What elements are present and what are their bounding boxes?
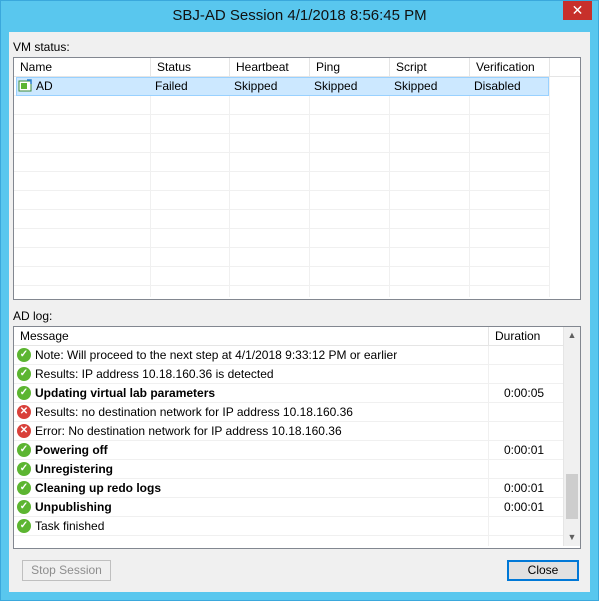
log-duration: 0:00:05 bbox=[504, 386, 545, 400]
log-duration: 0:00:01 bbox=[504, 500, 545, 514]
success-icon: ✓ bbox=[17, 462, 31, 476]
log-message: Updating virtual lab parameters bbox=[35, 386, 216, 400]
vm-heartbeat-cell: Skipped bbox=[234, 79, 278, 93]
log-message: Results: no destination network for IP a… bbox=[35, 405, 353, 419]
success-icon: ✓ bbox=[17, 481, 31, 495]
success-icon: ✓ bbox=[17, 443, 31, 457]
column-header-ping[interactable]: Ping bbox=[310, 58, 390, 76]
stop-session-button[interactable]: Stop Session bbox=[22, 560, 111, 581]
grid-line bbox=[229, 77, 230, 297]
success-icon: ✓ bbox=[17, 367, 31, 381]
grid-line bbox=[14, 554, 563, 555]
close-button[interactable]: Close bbox=[507, 560, 579, 581]
log-message: Unpublishing bbox=[35, 500, 112, 514]
error-icon: ✕ bbox=[17, 424, 31, 438]
log-duration: 0:00:01 bbox=[504, 443, 545, 457]
log-message: Unregistering bbox=[35, 462, 114, 476]
vm-icon bbox=[18, 79, 32, 92]
grid-line bbox=[150, 77, 151, 297]
column-header-status[interactable]: Status bbox=[151, 58, 230, 76]
success-icon: ✓ bbox=[17, 386, 31, 400]
ad-log-list[interactable]: Message Duration ✓ Note: Will proceed to … bbox=[13, 326, 581, 555]
log-row[interactable]: ✓ Unpublishing 0:00:01 bbox=[14, 498, 563, 517]
log-row[interactable]: ✓ Note: Will proceed to the next step at … bbox=[14, 346, 563, 365]
grid-line bbox=[309, 77, 310, 297]
log-row[interactable]: ✓ Updating virtual lab parameters 0:00:05 bbox=[14, 384, 563, 403]
log-row[interactable]: ✕ Results: no destination network for IP … bbox=[14, 403, 563, 422]
column-header-message[interactable]: Message bbox=[14, 327, 489, 345]
log-message: Cleaning up redo logs bbox=[35, 481, 162, 495]
dialog-body: VM status: Name Status Heartbeat Ping Sc… bbox=[9, 32, 590, 592]
vm-status-label: VM status: bbox=[13, 40, 70, 54]
log-scrollbar[interactable]: ▲ ▼ bbox=[563, 327, 580, 546]
success-icon: ✓ bbox=[17, 500, 31, 514]
log-row[interactable]: ✕ Error: No destination network for IP ad… bbox=[14, 422, 563, 441]
log-message: Note: Will proceed to the next step at 4… bbox=[35, 348, 398, 362]
error-icon: ✕ bbox=[17, 405, 31, 419]
vm-status-header: Name Status Heartbeat Ping Script Verifi… bbox=[14, 58, 580, 77]
scroll-up-arrow-icon[interactable]: ▲ bbox=[564, 327, 580, 344]
scroll-down-arrow-icon[interactable]: ▼ bbox=[564, 529, 580, 546]
ad-log-label: AD log: bbox=[13, 309, 53, 323]
vm-name-cell: AD bbox=[36, 79, 53, 93]
grid-line bbox=[389, 77, 390, 297]
column-header-duration[interactable]: Duration bbox=[489, 327, 564, 345]
log-row[interactable]: ✓ Task finished bbox=[14, 517, 563, 536]
grid-line bbox=[549, 77, 550, 297]
log-duration: 0:00:01 bbox=[504, 481, 545, 495]
log-row[interactable]: ✓ Cleaning up redo logs 0:00:01 bbox=[14, 479, 563, 498]
table-row-vm-ad[interactable]: AD Failed Skipped Skipped Skipped Disabl… bbox=[16, 77, 549, 96]
vm-status-list[interactable]: Name Status Heartbeat Ping Script Verifi… bbox=[13, 57, 581, 300]
vm-verification-cell: Disabled bbox=[474, 79, 521, 93]
column-header-heartbeat[interactable]: Heartbeat bbox=[230, 58, 310, 76]
window-title: SBJ-AD Session 4/1/2018 8:56:45 PM bbox=[172, 7, 427, 24]
log-row[interactable]: ✓ Unregistering bbox=[14, 460, 563, 479]
log-row[interactable]: ✓ Powering off 0:00:01 bbox=[14, 441, 563, 460]
ad-log-header: Message Duration bbox=[14, 327, 564, 346]
title-bar[interactable]: SBJ-AD Session 4/1/2018 8:56:45 PM ✕ bbox=[1, 1, 598, 32]
vm-script-cell: Skipped bbox=[394, 79, 438, 93]
success-icon: ✓ bbox=[17, 519, 31, 533]
success-icon: ✓ bbox=[17, 348, 31, 362]
scrollbar-thumb[interactable] bbox=[566, 474, 578, 519]
log-row[interactable]: ✓ Results: IP address 10.18.160.36 is det… bbox=[14, 365, 563, 384]
window-close-button[interactable]: ✕ bbox=[563, 1, 592, 20]
column-header-script[interactable]: Script bbox=[390, 58, 470, 76]
vm-status-cell: Failed bbox=[155, 79, 188, 93]
log-message: Task finished bbox=[35, 519, 105, 533]
log-message: Error: No destination network for IP add… bbox=[35, 424, 342, 438]
column-header-verification[interactable]: Verification bbox=[470, 58, 550, 76]
session-window: SBJ-AD Session 4/1/2018 8:56:45 PM ✕ VM … bbox=[0, 0, 599, 601]
vm-ping-cell: Skipped bbox=[314, 79, 358, 93]
log-message: Results: IP address 10.18.160.36 is dete… bbox=[35, 367, 274, 381]
grid-line bbox=[469, 77, 470, 297]
log-message: Powering off bbox=[35, 443, 108, 457]
column-header-name[interactable]: Name bbox=[14, 58, 151, 76]
